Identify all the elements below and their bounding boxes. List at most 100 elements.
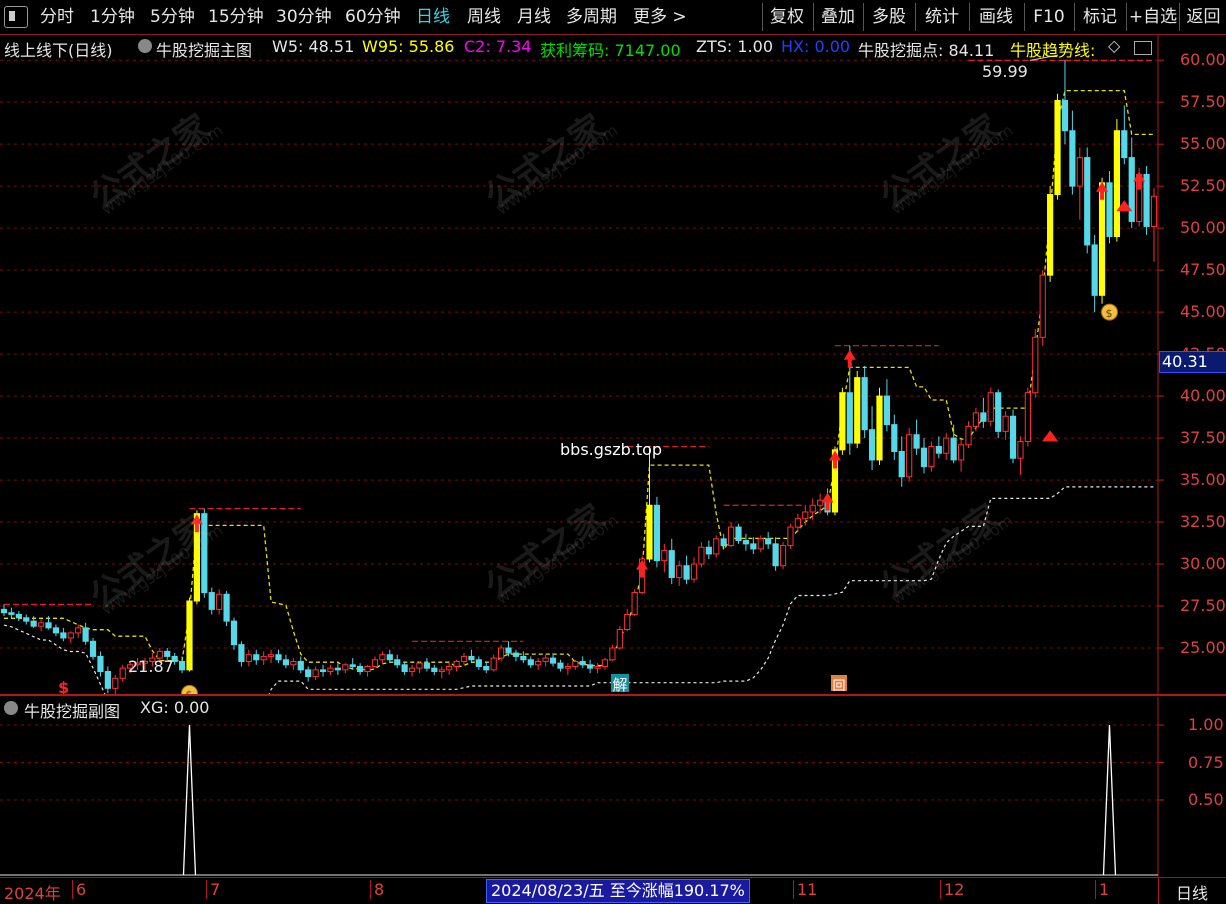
chart-title: 线上线下(日线) bbox=[4, 41, 113, 60]
w5-value: W5: 48.51 bbox=[272, 37, 355, 56]
candle bbox=[787, 526, 794, 547]
toolbar-btn-3[interactable]: 统计 bbox=[915, 3, 968, 31]
diamond-icon[interactable]: ◇ bbox=[1108, 36, 1120, 55]
box-marker-icon[interactable]: 回 bbox=[831, 675, 847, 694]
candle bbox=[817, 499, 824, 506]
candle bbox=[186, 600, 193, 671]
tab-2[interactable]: 5分钟 bbox=[150, 0, 195, 34]
toolbar-btn-6[interactable]: 标记 bbox=[1074, 3, 1125, 31]
candle bbox=[935, 445, 942, 454]
candle bbox=[557, 662, 564, 669]
chevron-down-icon[interactable] bbox=[138, 39, 152, 53]
point-value: 牛股挖掘点: 84.11 bbox=[858, 41, 995, 60]
candle bbox=[498, 647, 505, 659]
candle bbox=[683, 565, 690, 580]
candle bbox=[794, 518, 801, 528]
candle bbox=[1069, 130, 1076, 187]
toolbar-btn-4[interactable]: 画线 bbox=[969, 3, 1022, 31]
candle bbox=[779, 545, 787, 567]
tab-0[interactable]: 分时 bbox=[40, 0, 74, 34]
toolbar-btn-1[interactable]: 叠加 bbox=[813, 3, 862, 31]
panel-toggle-icon[interactable] bbox=[1134, 41, 1152, 55]
candle bbox=[839, 392, 846, 451]
tab-9[interactable]: 多周期 bbox=[566, 0, 617, 34]
signal-chart[interactable] bbox=[0, 697, 1226, 877]
candle bbox=[238, 644, 245, 662]
price-label: 55.00 bbox=[1180, 134, 1226, 154]
candle bbox=[601, 659, 609, 667]
xg-value: XG: 0.00 bbox=[140, 698, 210, 717]
candle bbox=[8, 612, 15, 615]
candle bbox=[216, 593, 223, 610]
period-label[interactable]: 日线 bbox=[1176, 880, 1208, 904]
candle bbox=[846, 392, 853, 444]
candle bbox=[208, 592, 215, 610]
toolbar-btn-2[interactable]: 多股 bbox=[863, 3, 914, 31]
price-label: 45.00 bbox=[1180, 302, 1226, 322]
tab-10[interactable]: 更多 > bbox=[633, 0, 687, 34]
candle bbox=[1024, 392, 1031, 442]
zts-value: ZTS: 1.00 bbox=[696, 37, 773, 56]
month-label: 7 bbox=[206, 880, 220, 899]
chevron-down-icon[interactable] bbox=[4, 701, 18, 715]
candle bbox=[223, 593, 230, 622]
candle bbox=[995, 392, 1002, 432]
tab-5[interactable]: 60分钟 bbox=[345, 0, 401, 34]
candle bbox=[297, 660, 304, 671]
candle bbox=[943, 437, 950, 454]
candle bbox=[609, 647, 616, 661]
toolbar-btn-5[interactable]: F10 bbox=[1024, 3, 1073, 31]
date-info-box: 2024/08/23/五 至今涨幅190.17% bbox=[486, 879, 750, 903]
up-arrow-icon bbox=[843, 349, 856, 368]
candle bbox=[253, 654, 260, 661]
candle bbox=[438, 669, 445, 673]
tab-1[interactable]: 1分钟 bbox=[90, 0, 135, 34]
main-chart-panel: $ $ 公式之家 www.gszj100.com 公式之家 www.gszj100… bbox=[0, 35, 1226, 709]
candle bbox=[742, 540, 750, 545]
candle bbox=[119, 667, 126, 679]
month-label: 11 bbox=[793, 880, 817, 899]
candle bbox=[327, 667, 334, 673]
toolbar-btn-0[interactable]: 复权 bbox=[762, 3, 811, 31]
candle bbox=[408, 667, 416, 673]
sub-indicator-name[interactable]: 牛股挖掘副图 bbox=[24, 698, 120, 722]
candle bbox=[268, 654, 275, 657]
candle bbox=[290, 660, 297, 666]
candle bbox=[1054, 100, 1061, 196]
up-arrow-icon bbox=[1133, 171, 1146, 190]
sub-axis-label: 0.50 bbox=[1188, 790, 1224, 809]
toolbar-btn-8[interactable]: 返回 bbox=[1179, 3, 1226, 31]
tab-8[interactable]: 月线 bbox=[517, 0, 551, 34]
month-label: 6 bbox=[72, 880, 86, 899]
candle bbox=[334, 667, 341, 671]
candle bbox=[446, 665, 453, 671]
current-price: 40.31 bbox=[1162, 352, 1208, 371]
tab-7[interactable]: 周线 bbox=[467, 0, 501, 34]
price-label: 52.50 bbox=[1180, 176, 1226, 196]
indicator-name[interactable]: 牛股挖掘主图 bbox=[156, 37, 252, 61]
candle bbox=[527, 659, 534, 666]
candle bbox=[898, 451, 905, 478]
panel-divider[interactable] bbox=[0, 694, 1226, 696]
tab-4[interactable]: 30分钟 bbox=[276, 0, 332, 34]
tab-3[interactable]: 15分钟 bbox=[208, 0, 264, 34]
c2-value: C2: 7.34 bbox=[464, 37, 532, 56]
candle bbox=[82, 627, 89, 642]
candle bbox=[646, 504, 653, 560]
toolbar-btn-7[interactable]: +自选 bbox=[1126, 3, 1179, 31]
candle bbox=[468, 655, 475, 661]
candle bbox=[587, 664, 594, 669]
hx-value: HX: 0.00 bbox=[781, 37, 851, 56]
tab-6[interactable]: 日线 bbox=[416, 0, 450, 34]
menu-icon[interactable] bbox=[4, 6, 28, 28]
candle bbox=[512, 652, 520, 657]
price-label: 32.50 bbox=[1180, 512, 1226, 532]
price-label: 35.00 bbox=[1180, 470, 1226, 490]
candle bbox=[579, 660, 586, 666]
candle bbox=[490, 657, 497, 671]
candle bbox=[312, 669, 319, 678]
candle bbox=[164, 650, 171, 657]
candle bbox=[965, 425, 972, 446]
candle bbox=[15, 613, 22, 619]
jie-marker-icon[interactable]: 解 bbox=[611, 674, 629, 694]
